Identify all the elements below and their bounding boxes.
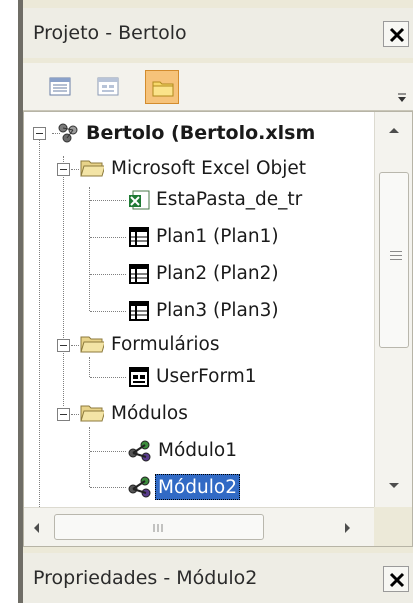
project-close-button[interactable]	[383, 21, 409, 47]
properties-close-button[interactable]	[383, 566, 409, 592]
excel-workbook-icon	[129, 190, 150, 210]
horizontal-scrollbar[interactable]	[24, 507, 374, 546]
root-connector	[39, 140, 40, 507]
project-panel-titlebar[interactable]: Projeto - Bertolo	[23, 8, 413, 58]
worksheet-icon	[129, 301, 149, 321]
project-tree[interactable]: Bertolo (Bertolo.xlsm Microsoft Excel Ob…	[23, 111, 413, 547]
forms-folder-label[interactable]: Formulários	[109, 332, 222, 358]
connector	[90, 311, 126, 312]
scroll-down-icon[interactable]	[388, 482, 400, 490]
thumb-grip	[390, 259, 402, 260]
connector	[90, 487, 126, 488]
connector	[90, 237, 126, 238]
tree-item-userform1[interactable]: UserForm1	[154, 364, 259, 390]
level1-connector	[63, 156, 64, 406]
vba-project-icon	[58, 123, 78, 143]
root-project-label[interactable]: Bertolo (Bertolo.xlsm	[84, 120, 317, 146]
scrollbar-corner	[374, 507, 412, 546]
view-code-button[interactable]	[43, 70, 77, 104]
modules-folder-label[interactable]: Módulos	[109, 401, 190, 427]
root-expander[interactable]	[33, 127, 46, 140]
thumb-grip	[390, 251, 402, 252]
modules-expander[interactable]	[57, 408, 70, 421]
form-window-icon	[97, 77, 119, 96]
connector	[71, 414, 79, 415]
open-folder-icon	[80, 336, 104, 353]
connector	[90, 274, 126, 275]
tree-item-plan2[interactable]: Plan2 (Plan2)	[154, 261, 281, 287]
open-folder-icon	[80, 160, 104, 177]
tree-item-modulo2-selected[interactable]: Módulo2	[155, 474, 240, 500]
toggle-folders-button[interactable]	[145, 70, 179, 104]
tree-content: Bertolo (Bertolo.xlsm Microsoft Excel Ob…	[24, 112, 374, 507]
scroll-left-icon[interactable]	[32, 522, 40, 534]
view-object-button[interactable]	[91, 70, 125, 104]
vertical-scroll-thumb[interactable]	[379, 172, 409, 348]
connector	[90, 200, 126, 201]
horizontal-scroll-thumb[interactable]	[54, 514, 264, 540]
project-toolbar	[23, 63, 413, 111]
tree-item-plan1[interactable]: Plan1 (Plan1)	[154, 224, 281, 250]
worksheet-icon	[129, 227, 149, 247]
excel-objects-folder-label[interactable]: Microsoft Excel Objet	[109, 156, 308, 182]
vbe-project-explorer: Projeto - Bertolo Bertolo (Bertolo.xlsm …	[0, 0, 417, 603]
module-icon	[128, 440, 151, 462]
scroll-up-icon[interactable]	[388, 126, 400, 134]
connector	[90, 377, 126, 378]
tree-item-estapasta[interactable]: EstaPasta_de_tr	[154, 187, 304, 213]
scroll-right-icon[interactable]	[344, 522, 352, 534]
close-icon	[389, 27, 405, 43]
properties-panel-titlebar[interactable]: Propriedades - Módulo2	[23, 553, 413, 603]
toolbar-overflow-icon[interactable]	[397, 93, 407, 103]
connector	[71, 345, 79, 346]
thumb-grip-icon	[153, 524, 163, 532]
tree-item-modulo1[interactable]: Módulo1	[156, 438, 239, 464]
excel-objects-expander[interactable]	[57, 163, 70, 176]
open-folder-icon	[80, 405, 104, 422]
thumb-grip	[390, 255, 402, 256]
left-margin	[0, 0, 18, 603]
code-window-icon	[49, 77, 71, 96]
close-icon	[389, 572, 405, 588]
folder-icon	[152, 81, 174, 97]
userform-icon	[129, 367, 149, 387]
modules-connector	[89, 427, 90, 487]
module-icon	[128, 476, 151, 498]
worksheet-icon	[129, 264, 149, 284]
forms-expander[interactable]	[57, 339, 70, 352]
excel-objects-connector	[89, 187, 90, 311]
properties-panel-title: Propriedades - Módulo2	[33, 567, 258, 589]
tree-item-plan3[interactable]: Plan3 (Plan3)	[154, 298, 281, 324]
vertical-scrollbar[interactable]	[374, 112, 412, 507]
connector	[71, 169, 79, 170]
project-panel-title: Projeto - Bertolo	[33, 22, 187, 44]
right-margin	[413, 0, 417, 603]
forms-connector	[89, 357, 90, 377]
connector	[90, 451, 126, 452]
